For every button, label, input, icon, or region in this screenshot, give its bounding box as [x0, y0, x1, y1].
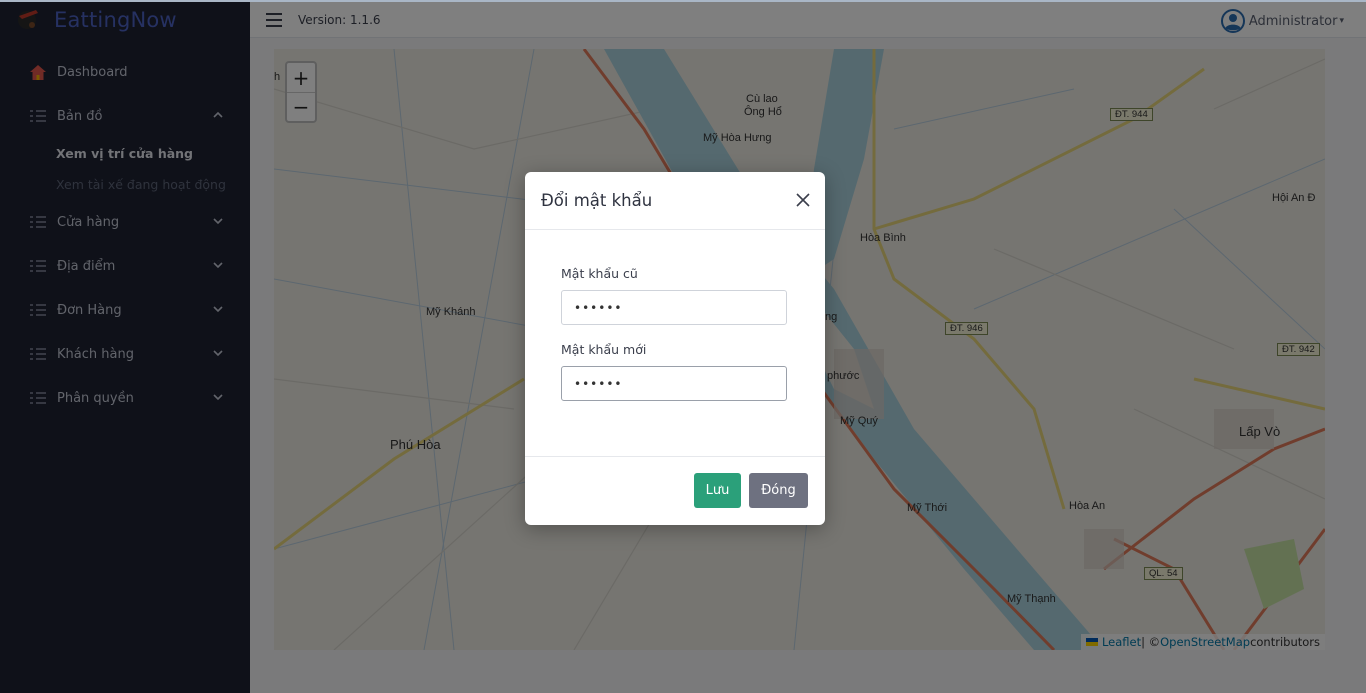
new-password-label: Mật khẩu mới [561, 342, 647, 357]
old-password-field[interactable] [561, 290, 787, 325]
close-icon[interactable] [795, 192, 811, 208]
new-password-field[interactable] [561, 366, 787, 401]
save-button[interactable]: Lưu [694, 473, 741, 508]
app-root: EattingNow Dashboard Bản đồ Xem vị trí c… [0, 0, 1366, 693]
change-password-modal: Đổi mật khẩu Mật khẩu cũ Mật khẩu mới Lư… [525, 172, 825, 525]
modal-footer: Lưu Đóng [525, 456, 825, 525]
modal-title: Đổi mật khẩu [541, 191, 653, 210]
modal-body: Mật khẩu cũ Mật khẩu mới [525, 230, 825, 401]
modal-header: Đổi mật khẩu [525, 172, 825, 230]
close-button[interactable]: Đóng [749, 473, 808, 508]
old-password-label: Mật khẩu cũ [561, 266, 638, 281]
